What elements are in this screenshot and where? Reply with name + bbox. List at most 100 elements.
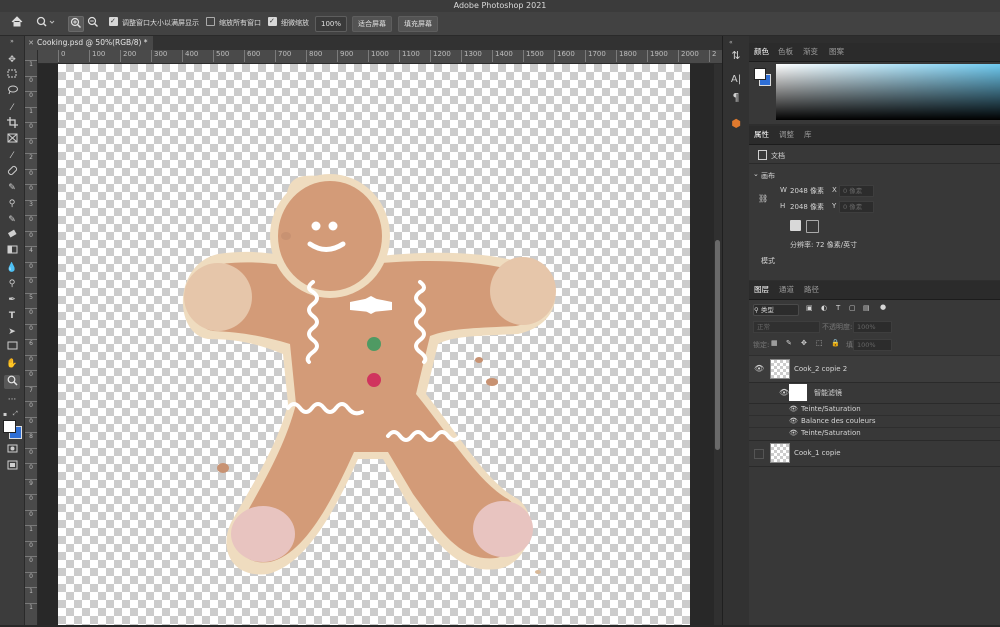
height-value[interactable]: 2048 像素: [790, 202, 824, 212]
scrubby-zoom-checkbox[interactable]: [268, 15, 277, 28]
smart-object-filter-icon[interactable]: ▤: [863, 304, 870, 312]
lock-pixels-icon[interactable]: ▦: [771, 339, 778, 347]
dodge-tool-icon[interactable]: ⚲: [4, 277, 20, 291]
vertical-ruler[interactable]: 1 0 0 1 0 0 2 0 0 3 0 0 4 0 0 5 0 0 6 0 0 7 0 0 8 0 0 9 0 0 1 0 0 0 1 1: [25, 50, 38, 625]
chevron-down-icon[interactable]: ⌄: [753, 170, 759, 178]
fit-window-option[interactable]: 调整窗口大小以满屏显示: [109, 15, 199, 30]
path-selection-tool-icon[interactable]: ➤: [4, 325, 20, 339]
move-tool-icon[interactable]: ✥: [4, 53, 20, 67]
smart-filters-row[interactable]: 👁 智能滤镜: [749, 383, 1000, 404]
clone-stamp-tool-icon[interactable]: ⚲: [4, 197, 20, 211]
lock-image-icon[interactable]: ✎: [786, 339, 792, 347]
character-panel-icon[interactable]: A|: [727, 72, 745, 88]
horizontal-ruler[interactable]: 0 100 200 300 400 500 600 700 800 900 1000 1100 1200…: [37, 50, 722, 64]
3d-panel-icon[interactable]: ⬢: [727, 116, 745, 132]
fill-screen-button[interactable]: 填充屏幕: [398, 16, 438, 32]
opacity-field[interactable]: 100%: [853, 321, 892, 333]
x-field[interactable]: 0 像素: [839, 185, 874, 197]
swap-colors-icon[interactable]: ⤢: [13, 410, 18, 418]
eye-icon[interactable]: 👁: [789, 405, 798, 413]
document-tab[interactable]: ✕ Cooking.psd @ 50%(RGB/8) *: [25, 36, 153, 50]
crop-tool-icon[interactable]: [4, 117, 20, 131]
foreground-color-swatch[interactable]: [3, 420, 16, 433]
lasso-tool-icon[interactable]: [4, 85, 20, 99]
edit-toolbar-icon[interactable]: ···: [4, 393, 20, 407]
zoom-tool-preset-icon[interactable]: [34, 16, 58, 30]
zoom-value-field[interactable]: 100%: [315, 16, 348, 32]
layer-name[interactable]: Cook_1 copie: [794, 449, 841, 457]
eraser-tool-icon[interactable]: [4, 229, 20, 243]
layer-filter-select[interactable]: ⚲ 类型: [753, 304, 799, 316]
tab-libraries[interactable]: 库: [804, 126, 812, 144]
tab-color[interactable]: 颜色: [754, 43, 769, 61]
fit-screen-button[interactable]: 适合屏幕: [352, 16, 392, 32]
tab-patterns[interactable]: 图案: [829, 43, 844, 61]
shape-filter-icon[interactable]: ▢: [849, 304, 856, 312]
magic-wand-tool-icon[interactable]: ⁄: [4, 101, 20, 115]
tab-properties[interactable]: 属性: [754, 126, 769, 144]
lock-all-icon[interactable]: 🔒: [831, 339, 840, 347]
zoom-all-option[interactable]: 缩放所有窗口: [206, 17, 261, 30]
home-icon[interactable]: [8, 16, 26, 30]
y-field[interactable]: 0 像素: [839, 201, 874, 213]
eye-icon[interactable]: 👁: [754, 364, 764, 373]
color-field[interactable]: [776, 64, 1000, 120]
lock-position-icon[interactable]: ✥: [801, 339, 807, 347]
marquee-tool-icon[interactable]: [4, 69, 20, 83]
eye-icon[interactable]: 👁: [789, 417, 798, 425]
collapse-toolbar-icon[interactable]: »: [4, 38, 20, 46]
hand-tool-icon[interactable]: ✋: [4, 357, 20, 371]
zoom-out-icon[interactable]: [86, 16, 100, 30]
eye-icon[interactable]: 👁: [779, 388, 789, 397]
brush-tool-icon[interactable]: ✎: [4, 181, 20, 195]
portrait-orientation-icon[interactable]: [790, 220, 801, 231]
scrubby-zoom-option[interactable]: 细微缩放: [268, 15, 309, 30]
filter-row[interactable]: 👁 Balance des couleurs: [749, 416, 1000, 427]
history-brush-tool-icon[interactable]: ✎: [4, 213, 20, 227]
tab-swatches[interactable]: 色板: [778, 43, 793, 61]
layer-name[interactable]: Cook_2 copie 2: [794, 365, 847, 373]
rectangle-tool-icon[interactable]: [4, 341, 20, 355]
pixel-filter-icon[interactable]: ▣: [806, 304, 813, 312]
type-tool-icon[interactable]: T: [4, 309, 20, 323]
healing-brush-tool-icon[interactable]: [4, 165, 20, 179]
fill-field[interactable]: 100%: [853, 339, 892, 351]
layer-row[interactable]: 👁 Cook_2 copie 2: [749, 356, 1000, 383]
visibility-toggle-off[interactable]: [754, 449, 764, 459]
adjustment-filter-icon[interactable]: ◐: [821, 304, 827, 312]
tab-gradients[interactable]: 渐变: [803, 43, 818, 61]
width-value[interactable]: 2048 像素: [790, 186, 824, 196]
close-tab-icon[interactable]: ✕: [25, 36, 37, 50]
eye-icon[interactable]: 👁: [789, 429, 798, 437]
history-panel-icon[interactable]: ⇅: [727, 48, 745, 64]
fg-color-chip[interactable]: [754, 68, 766, 80]
zoom-all-checkbox[interactable]: [206, 17, 215, 26]
filter-toggle-icon[interactable]: ●: [880, 303, 886, 311]
lock-artboard-icon[interactable]: ⬚: [816, 339, 823, 347]
screen-mode-icon[interactable]: [4, 460, 20, 474]
eyedropper-tool-icon[interactable]: ⁄: [4, 149, 20, 163]
tab-adjustments[interactable]: 调整: [779, 126, 794, 144]
gradient-tool-icon[interactable]: [4, 245, 20, 259]
document-canvas[interactable]: [58, 64, 690, 625]
zoom-tool-icon[interactable]: [4, 375, 20, 389]
type-filter-icon[interactable]: T: [836, 304, 840, 312]
layer-row[interactable]: Cook_1 copie: [749, 441, 1000, 467]
expand-panels-icon[interactable]: «: [729, 39, 733, 46]
fit-window-checkbox[interactable]: [109, 15, 118, 28]
landscape-orientation-icon[interactable]: [806, 220, 819, 233]
frame-tool-icon[interactable]: [4, 133, 20, 147]
pen-tool-icon[interactable]: ✒: [4, 293, 20, 307]
blur-tool-icon[interactable]: 💧: [4, 261, 20, 275]
tab-layers[interactable]: 图层: [754, 281, 769, 299]
vertical-scrollbar-thumb[interactable]: [715, 240, 720, 450]
link-dimensions-icon[interactable]: ⛓: [758, 194, 768, 203]
filter-row[interactable]: 👁 Teinte/Saturation: [749, 404, 1000, 415]
tab-channels[interactable]: 通道: [779, 281, 794, 299]
quick-mask-icon[interactable]: [4, 444, 20, 458]
zoom-in-icon[interactable]: [68, 16, 84, 32]
blend-mode-select[interactable]: 正常: [753, 321, 820, 333]
filter-row[interactable]: 👁 Teinte/Saturation: [749, 428, 1000, 441]
paragraph-panel-icon[interactable]: ¶: [727, 90, 745, 106]
default-colors-icon[interactable]: ▪: [3, 411, 7, 418]
